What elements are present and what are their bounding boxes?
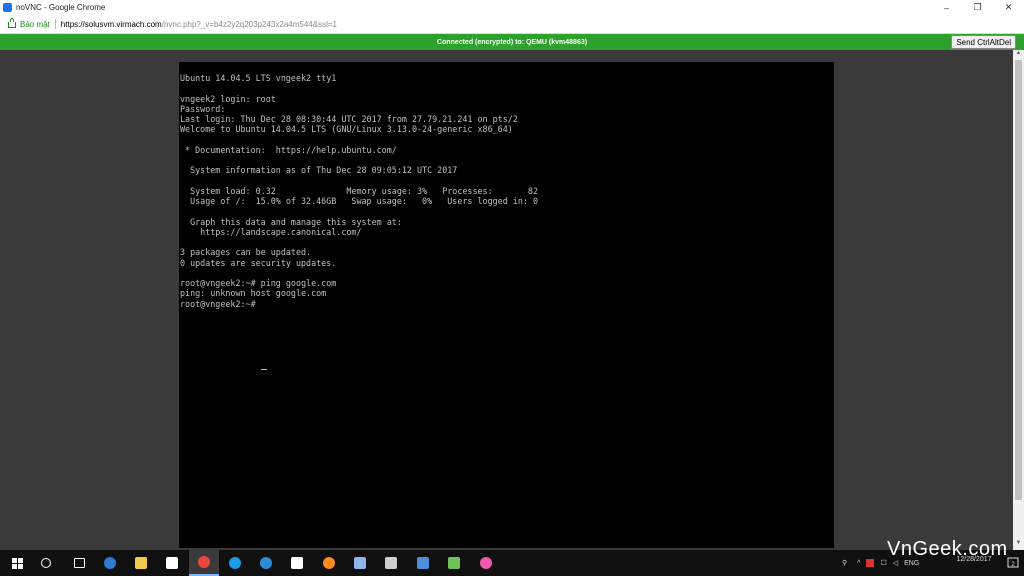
network-tray-icon[interactable]: ☐ — [880, 559, 886, 567]
firefox-icon — [323, 557, 335, 569]
windows-taskbar: ⚲ ^ ☐ ◁ ENG — [0, 550, 1024, 576]
app-tools-button[interactable] — [439, 550, 469, 576]
scroll-thumb[interactable] — [1015, 60, 1022, 500]
edge-button[interactable] — [95, 550, 125, 576]
firefox-button[interactable] — [314, 550, 344, 576]
send-ctrl-alt-del-button[interactable]: Send CtrlAltDel — [951, 35, 1016, 49]
start-button[interactable] — [2, 550, 32, 576]
people-icon[interactable]: ⚲ — [842, 559, 847, 567]
vnc-terminal-screen[interactable]: Ubuntu 14.04.5 LTS vngeek2 tty1 vngeek2 … — [179, 62, 834, 548]
file-explorer-button[interactable] — [126, 550, 156, 576]
connection-status: Connected (encrypted) to: QEMU (kvm48863… — [436, 38, 588, 46]
network-icon — [417, 557, 429, 569]
terminal-line: * Documentation: https://help.ubuntu.com… — [180, 144, 397, 155]
app-c-button[interactable] — [220, 550, 250, 576]
tools-icon — [448, 557, 460, 569]
task-view-icon — [73, 558, 85, 568]
terminal-line: root@vngeek2:~# ping google.com — [180, 278, 337, 288]
minimize-button[interactable]: – — [931, 0, 962, 15]
notification-center-icon[interactable]: 2 — [1006, 556, 1020, 570]
lock-icon — [8, 18, 16, 28]
notepad-icon — [354, 557, 366, 569]
url-host[interactable]: https://solusvm.virmach.com — [61, 20, 162, 29]
network-button[interactable] — [408, 550, 438, 576]
watermark-text: VnGeek.com — [887, 538, 1008, 560]
mail-button[interactable] — [157, 550, 187, 576]
search-icon — [41, 558, 51, 568]
terminal-icon — [385, 557, 397, 569]
mail-icon — [166, 557, 178, 569]
url-path[interactable]: /nvnc.php?_v=b4z2y2q203p243x2a4m544&ssl=… — [162, 20, 337, 29]
address-separator — [54, 19, 56, 29]
terminal-line: vngeek2 login: root — [180, 93, 276, 104]
terminal-line: Graph this data and manage this system a… — [180, 216, 402, 227]
address-bar[interactable]: Bảo mật https://solusvm.virmach.com/nvnc… — [0, 15, 1024, 34]
tray-expand-icon[interactable]: ^ — [857, 560, 860, 567]
secure-label[interactable]: Bảo mật — [20, 20, 50, 29]
close-button[interactable]: ✕ — [993, 0, 1024, 15]
scroll-down-arrow-icon[interactable]: ▼ — [1013, 540, 1024, 550]
terminal-cursor — [261, 369, 267, 370]
terminal-line: https://landscape.canonical.com/ — [180, 226, 362, 237]
terminal-line: 0 updates are security updates. — [180, 257, 337, 268]
wordpress-icon — [260, 557, 272, 569]
window-titlebar: noVNC - Google Chrome – ❐ ✕ — [0, 0, 1024, 15]
chrome-button[interactable] — [189, 550, 219, 576]
folder-icon — [135, 557, 147, 569]
chrome-icon — [198, 556, 210, 568]
store-bag-icon — [291, 557, 303, 569]
window-title: noVNC - Google Chrome — [16, 3, 106, 12]
terminal-line: System information as of Thu Dec 28 09:0… — [180, 165, 458, 176]
terminal-line: root@vngeek2:~# — [180, 298, 261, 309]
terminal-output: Ubuntu 14.04.5 LTS vngeek2 tty1 vngeek2 … — [180, 73, 538, 309]
itunes-button[interactable] — [471, 550, 501, 576]
terminal-line: Ubuntu 14.04.5 LTS vngeek2 tty1 — [180, 73, 337, 83]
windows-logo-icon — [11, 557, 23, 569]
tray-app-icon[interactable] — [866, 559, 875, 567]
notepad-button[interactable] — [345, 550, 375, 576]
terminal-line: Password: — [180, 103, 226, 114]
terminal-line: 3 packages can be updated. — [180, 247, 312, 258]
vnc-status-bar: Connected (encrypted) to: QEMU (kvm48863… — [0, 34, 1024, 50]
music-note-icon — [480, 557, 492, 569]
terminal-line: Usage of /: 15.0% of 32.46GB Swap usage:… — [180, 196, 538, 206]
maximize-button[interactable]: ❐ — [962, 0, 993, 15]
scroll-up-arrow-icon[interactable]: ▲ — [1013, 50, 1024, 60]
chrome-app-icon — [3, 3, 12, 12]
search-button[interactable] — [31, 550, 61, 576]
edge-icon — [104, 557, 116, 569]
terminal-line: System load: 0.32 Memory usage: 3% Proce… — [180, 185, 538, 196]
c-circle-icon — [229, 557, 241, 569]
store-button[interactable] — [282, 550, 312, 576]
terminal-line: Welcome to Ubuntu 14.04.5 LTS (GNU/Linux… — [180, 124, 513, 135]
task-view-button[interactable] — [64, 550, 94, 576]
vertical-scrollbar[interactable]: ▲ ▼ — [1013, 50, 1024, 550]
cmd-button[interactable] — [376, 550, 406, 576]
wordpress-button[interactable] — [251, 550, 281, 576]
terminal-line: ping: unknown host google.com — [180, 288, 327, 299]
terminal-line: Last login: Thu Dec 28 08:30:44 UTC 2017… — [180, 114, 518, 124]
